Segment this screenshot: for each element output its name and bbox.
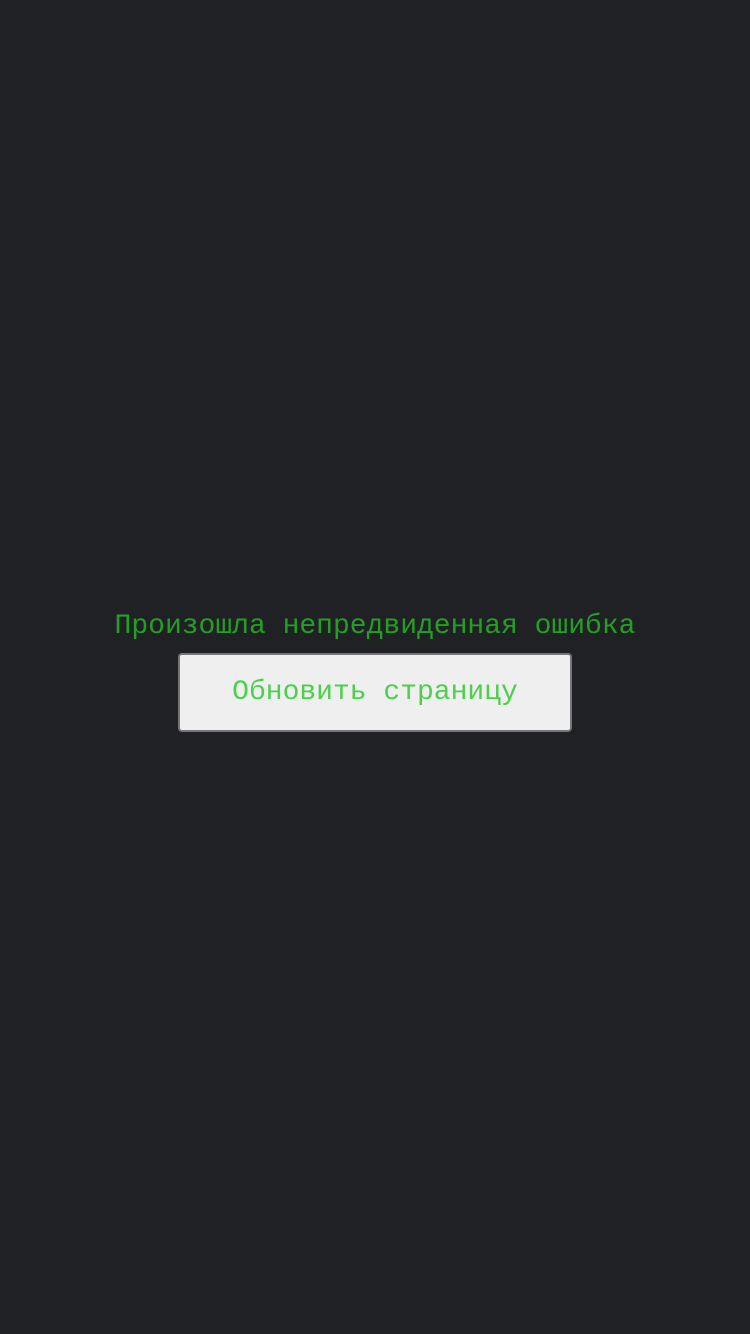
error-container: Произошла непредвиденная ошибка Обновить…: [0, 606, 750, 732]
error-screen: Произошла непредвиденная ошибка Обновить…: [0, 0, 750, 1334]
reload-page-button[interactable]: Обновить страницу: [178, 653, 572, 732]
error-message: Произошла непредвиденная ошибка: [114, 611, 636, 642]
